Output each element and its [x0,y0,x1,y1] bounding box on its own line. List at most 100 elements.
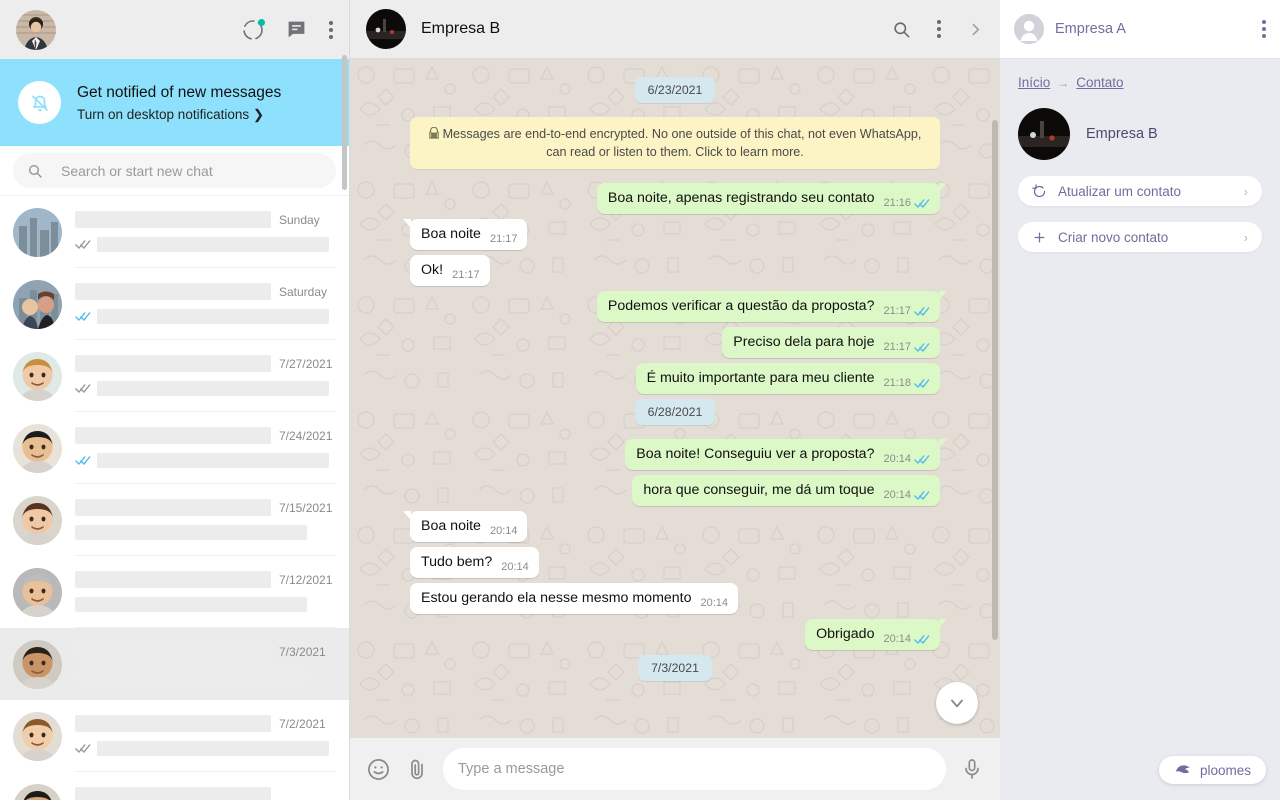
chat-item-avatar [13,711,62,761]
scroll-to-bottom-button[interactable] [936,682,978,724]
search-icon [29,164,42,178]
expand-panel-chevron-icon[interactable] [967,21,984,38]
message-bubble[interactable]: Boa noite 20:14 [402,511,528,542]
conversation-menu-icon[interactable] [937,20,941,38]
chat-item-body: 7/24/2021 [75,412,336,484]
update-contact-button[interactable]: Atualizar um contato › [1018,176,1262,206]
chat-item-preview-redacted [75,669,307,684]
create-contact-button[interactable]: Criar novo contato › [1018,222,1262,252]
microphone-icon[interactable] [960,757,984,781]
date-divider: 6/28/2021 [410,399,940,425]
crm-header: Empresa A [1000,0,1280,59]
chat-list-item[interactable]: 7/27/2021 [0,340,349,412]
message-meta: 21:16 [883,197,930,209]
banner-title: Get notified of new messages [77,83,282,101]
chat-list-item[interactable]: 7/24/2021 [0,412,349,484]
chat-item-avatar [13,351,62,401]
double-check-blue-icon [914,198,930,208]
chat-item-top-row: 7/27/2021 [75,355,336,372]
message-bubble[interactable]: Preciso dela para hoje 21:17 [722,327,940,358]
encryption-notice[interactable]: Messages are end-to-end encrypted. No on… [410,117,940,169]
chat-item-name-redacted [75,283,271,300]
chat-item-avatar [13,567,62,617]
ploomes-bird-icon [1175,765,1190,774]
message-text: Boa noite [421,226,481,242]
contact-avatar[interactable] [366,9,406,49]
desktop-notifications-banner[interactable]: Get notified of new messages Turn on des… [0,59,349,146]
paperclip-icon[interactable] [405,757,429,781]
message-composer: Type a message [350,738,1000,800]
sidebar-scrollbar[interactable] [342,55,347,190]
person-placeholder-icon [1014,14,1044,44]
chevron-right-icon: › [1243,229,1248,245]
message-time: 20:14 [700,597,729,609]
message-meta: 21:18 [883,377,930,389]
message-time: 20:14 [501,561,529,573]
message-meta: 20:14 [883,633,930,645]
crm-contact-avatar[interactable] [1018,108,1070,160]
message-time: 21:17 [452,269,480,281]
chat-item-name-redacted [75,211,271,228]
chevron-right-icon: › [1243,183,1248,199]
my-avatar[interactable] [16,9,56,50]
chat-item-top-row [75,787,336,800]
chat-item-name-redacted [75,355,271,372]
message-time: 21:17 [883,341,911,353]
message-bubble[interactable]: hora que conseguir, me dá um toque 20:14 [632,475,940,506]
chat-item-preview-redacted [75,597,307,612]
status-ring-icon[interactable] [242,18,265,41]
breadcrumb-home[interactable]: Início [1018,75,1050,90]
date-divider: 6/23/2021 [410,77,940,103]
chat-list-item[interactable]: 7/2/2021 [0,700,349,772]
update-contact-label: Atualizar um contato [1058,183,1182,199]
message-text: hora que conseguir, me dá um toque [643,482,875,498]
chat-item-avatar [13,207,62,257]
message-text: Podemos verificar a questão da proposta? [607,298,875,314]
message-list[interactable]: 6/23/2021 Messages are end-to-end encrypt… [350,59,1000,738]
ploomes-badge[interactable]: ploomes [1158,756,1266,784]
chat-list-item[interactable]: 7/15/2021 [0,484,349,556]
chat-item-body: 7/12/2021 [75,556,336,628]
message-bubble[interactable]: É muito importante para meu cliente 21:18 [635,363,940,394]
bell-slash-icon [18,81,61,124]
message-time: 20:14 [489,525,518,537]
date-pill-label: 6/23/2021 [634,77,716,103]
message-bubble[interactable]: Podemos verificar a questão da proposta?… [596,291,948,322]
message-meta: 21:17 [490,233,518,245]
conversation-scrollbar[interactable] [992,120,998,640]
new-chat-icon[interactable] [286,19,307,40]
chat-item-body: Sunday [75,196,336,268]
chat-list-item[interactable] [0,772,349,800]
message-bubble[interactable]: Obrigado 20:14 [805,619,947,650]
chat-list-item[interactable]: 7/12/2021 [0,556,349,628]
message-text: Boa noite, apenas registrando seu contat… [607,190,875,206]
message-input[interactable]: Type a message [443,748,946,790]
message-meta: 20:14 [501,561,529,573]
chat-item-top-row: 7/24/2021 [75,427,336,444]
emoji-smiley-icon[interactable] [366,757,391,782]
chat-item-timestamp: 7/24/2021 [279,428,333,443]
chat-list[interactable]: Sunday Saturday 7/27/2021 7/24/2021 7/15/202… [0,196,349,800]
message-bubble[interactable]: Boa noite! Conseguiu ver a proposta? 20:1… [625,439,947,470]
conversation-search-icon[interactable] [892,20,911,39]
message-bubble[interactable]: Tudo bem? 20:14 [410,547,539,578]
chat-item-preview-row [75,525,336,540]
status-unread-dot [258,18,265,26]
search-input[interactable]: Search or start new chat [13,153,336,188]
double-check-blue-icon [914,490,930,500]
chat-item-avatar [13,423,62,473]
sidebar-menu-icon[interactable] [329,20,333,39]
conversation-pane: Empresa B 6/23/2021 Messages are end-to-… [350,0,1000,800]
chat-item-timestamp: 7/15/2021 [279,500,333,515]
message-meta: 21:17 [883,341,930,353]
crm-menu-icon[interactable] [1262,20,1266,38]
chat-list-item[interactable]: 7/3/2021 [0,628,349,700]
chat-list-item[interactable]: Sunday [0,196,349,268]
chat-list-item[interactable]: Saturday [0,268,349,340]
breadcrumb-current[interactable]: Contato [1076,75,1123,90]
message-bubble[interactable]: Boa noite 21:17 [402,219,528,250]
message-bubble[interactable]: Boa noite, apenas registrando seu contat… [596,183,948,214]
message-bubble[interactable]: Ok! 21:17 [410,255,490,286]
double-check-blue-icon [914,306,930,316]
message-bubble[interactable]: Estou gerando ela nesse mesmo momento 20:… [410,583,739,614]
